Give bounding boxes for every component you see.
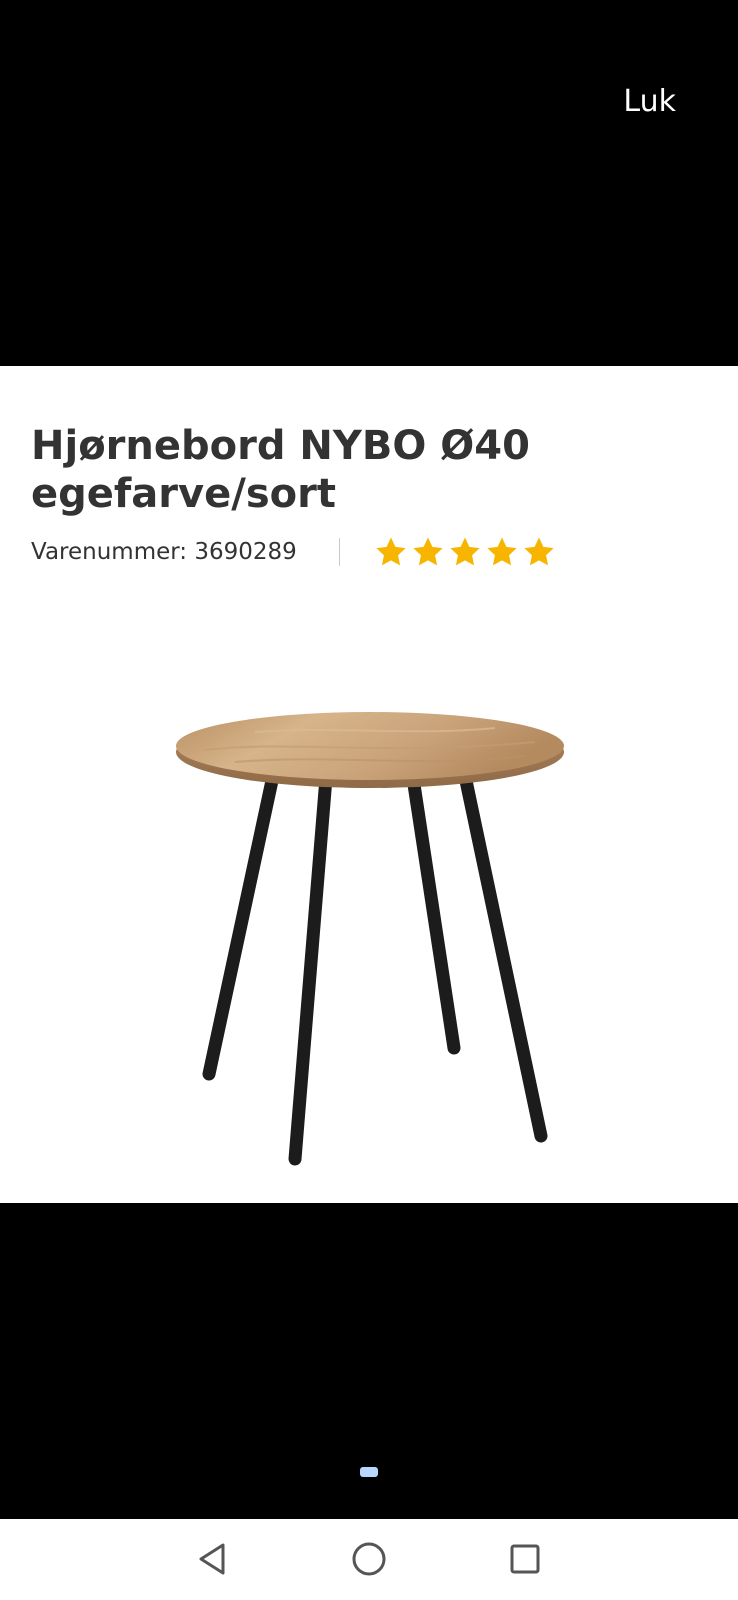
star-icon: [524, 537, 554, 566]
close-button[interactable]: Luk: [623, 82, 676, 122]
meta-divider: [338, 538, 340, 566]
product-slide[interactable]: Hjørnebord NYBO Ø40 egefarve/sort Varenu…: [0, 366, 738, 1203]
triangle-back-icon[interactable]: [193, 1539, 233, 1579]
star-icon: [450, 537, 480, 566]
system-nav-bar: [0, 1519, 738, 1600]
circle-home-icon[interactable]: [349, 1539, 389, 1579]
image-viewer: Luk Hjørnebord NYBO Ø40 egefarve/sort Va…: [0, 0, 738, 1600]
star-icon: [487, 537, 517, 566]
star-icon: [376, 537, 406, 566]
rating-stars: [374, 535, 556, 569]
table-product-image: [176, 712, 564, 1166]
square-recents-icon[interactable]: [505, 1539, 545, 1579]
product-meta: Varenummer: 3690289: [31, 534, 556, 570]
product-title: Hjørnebord NYBO Ø40 egefarve/sort: [31, 423, 530, 517]
sku-label: Varenummer: 3690289: [31, 539, 297, 565]
pager-indicator[interactable]: [360, 1467, 378, 1477]
star-icon: [413, 537, 443, 566]
